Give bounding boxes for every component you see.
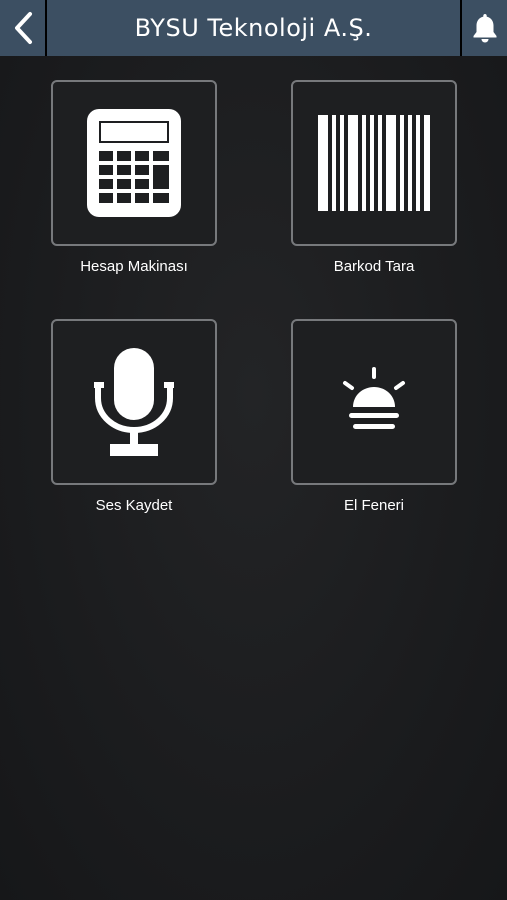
tile-calculator-box[interactable] (51, 80, 217, 246)
tile-microphone-label: Ses Kaydet (95, 497, 173, 514)
tile-flashlight[interactable]: El Feneri (291, 319, 457, 514)
microphone-icon (94, 348, 174, 456)
tile-barcode-label: Barkod Tara (333, 258, 415, 275)
calculator-icon (87, 109, 181, 217)
tile-microphone[interactable]: Ses Kaydet (51, 319, 217, 514)
bell-icon (473, 14, 496, 43)
tile-flashlight-box[interactable] (291, 319, 457, 485)
tile-barcode[interactable]: Barkod Tara (291, 80, 457, 275)
tile-flashlight-label: El Feneri (343, 497, 405, 514)
back-button[interactable] (0, 0, 45, 56)
app-header: BYSU Teknoloji A.Ş. (0, 0, 507, 56)
tile-calculator-label: Hesap Makinası (80, 258, 188, 275)
tile-calculator[interactable]: Hesap Makinası (51, 80, 217, 275)
barcode-icon (318, 115, 430, 211)
tile-barcode-box[interactable] (291, 80, 457, 246)
notifications-button[interactable] (462, 0, 507, 56)
flashlight-icon (343, 367, 405, 429)
tile-microphone-box[interactable] (51, 319, 217, 485)
page-title: BYSU Teknoloji A.Ş. (134, 14, 373, 42)
title-bar: BYSU Teknoloji A.Ş. (47, 0, 460, 56)
chevron-left-icon (14, 12, 32, 44)
